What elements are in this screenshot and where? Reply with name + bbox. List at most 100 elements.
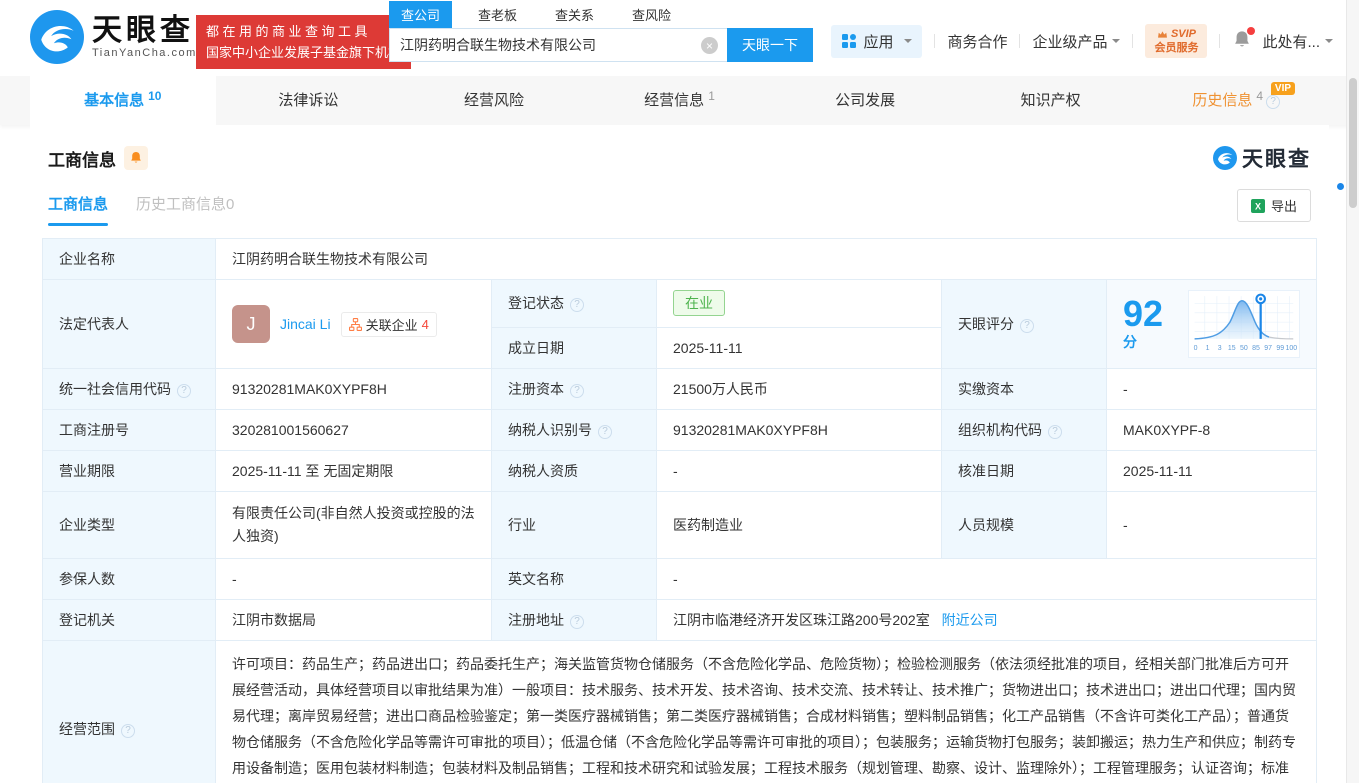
field-value-industry: 医药制造业 [657,492,942,559]
clear-icon[interactable] [701,37,718,54]
related-companies-badge[interactable]: 关联企业 4 [341,312,437,337]
tab-operating-risk[interactable]: 经营风险 [401,76,587,125]
svg-text:85: 85 [1252,345,1260,352]
legal-rep-link[interactable]: Jincai Li [280,316,331,332]
field-label-business-term: 营业期限 [43,451,216,492]
field-label-business-scope: 经营范围 [43,641,216,783]
search-tab-relation[interactable]: 查关系 [543,1,606,28]
field-value-taxpayer-id: 91320281MAK0XYPF8H [657,410,942,451]
slogan-banner: 都在用的商业查询工具 国家中小企业发展子基金旗下机构 [196,15,411,69]
scrollbar[interactable] [1346,0,1359,783]
org-chart-icon [349,318,362,331]
related-count: 4 [422,317,429,332]
field-value-reg-status: 在业 [657,280,942,328]
field-label-taxpayer-quality: 纳税人资质 [492,451,657,492]
business-info-section: 工商信息 天眼查 工商信息 历史工商信息0 X 导出 企业名称 江阴药明合联生物… [30,125,1329,783]
svg-text:50: 50 [1240,345,1248,352]
divider [934,34,935,48]
nearby-companies-link[interactable]: 附近公司 [942,612,998,628]
table-row: 法定代表人 J Jincai Li 关联企业 4 登记状态 在业 [43,280,1317,328]
search-block: 查公司 查老板 查关系 查风险 天眼一下 [389,4,813,62]
field-value-company-name: 江阴药明合联生物技术有限公司 [216,239,1317,280]
search-tab-company[interactable]: 查公司 [389,1,452,28]
status-badge: 在业 [673,290,725,316]
tab-count: 4 [1256,89,1263,103]
svg-text:1: 1 [1206,345,1210,352]
crown-icon [1157,30,1168,39]
apps-menu-button[interactable]: 应用 [831,25,922,58]
field-label-reg-address: 注册地址 [492,600,657,641]
tab-count: 10 [148,89,161,103]
company-tabstrip: 基本信息10 法律诉讼 经营风险 经营信息1 公司发展 知识产权 VIP 历史信… [0,76,1359,125]
table-row: 营业期限 2025-11-11 至 无固定期限 纳税人资质 - 核准日期 202… [43,451,1317,492]
excel-icon: X [1251,199,1265,213]
top-header: 天眼查 TianYanCha.com 都在用的商业查询工具 国家中小企业发展子基… [0,0,1359,76]
search-tab-risk[interactable]: 查风险 [620,1,683,28]
search-input[interactable] [389,28,727,62]
search-tab-boss[interactable]: 查老板 [466,1,529,28]
field-label-industry: 行业 [492,492,657,559]
field-value-business-scope: 许可项目：药品生产；药品进出口；药品委托生产；海关监管货物仓储服务（不含危险化学… [216,641,1317,783]
logo-domain: TianYanCha.com [92,47,197,59]
subtab-history-business-info[interactable]: 历史工商信息0 [136,193,234,226]
help-icon[interactable] [177,384,191,398]
field-label-reg-authority: 登记机关 [43,600,216,641]
field-value-org-code: MAK0XYPF-8 [1107,410,1317,451]
tab-basic-info[interactable]: 基本信息10 [30,76,216,125]
table-row: 经营范围 许可项目：药品生产；药品进出口；药品委托生产；海关监管货物仓储服务（不… [43,641,1317,783]
tianyancha-logo-icon [30,10,84,64]
tab-history-info[interactable]: VIP 历史信息4 [1143,76,1329,125]
field-value-paid-capital: - [1107,369,1317,410]
tab-legal-proceedings[interactable]: 法律诉讼 [216,76,402,125]
svip-member-button[interactable]: SVIP 会员服务 [1145,24,1207,58]
field-value-business-term: 2025-11-11 至 无固定期限 [216,451,492,492]
field-label-org-code: 组织机构代码 [942,410,1107,451]
chevron-down-icon [1112,39,1120,47]
field-label-score: 天眼评分 [942,280,1107,369]
watermark-logo: 天眼查 [1213,143,1311,173]
bell-icon [129,151,143,165]
nav-business-coop[interactable]: 商务合作 [947,31,1007,52]
help-icon[interactable] [598,425,612,439]
table-row: 工商注册号 320281001560627 纳税人识别号 91320281MAK… [43,410,1317,451]
help-icon[interactable] [1266,95,1280,109]
tab-intellectual-property[interactable]: 知识产权 [958,76,1144,125]
scrollbar-thumb[interactable] [1349,78,1357,208]
svg-text:0: 0 [1194,345,1198,352]
field-value-staff-size: - [1107,492,1317,559]
notifications-button[interactable] [1232,30,1252,54]
field-label-company-type: 企业类型 [43,492,216,559]
side-panel-handle[interactable] [1337,183,1344,190]
subtab-business-info[interactable]: 工商信息 [48,193,108,226]
divider [1132,34,1133,48]
help-icon[interactable] [570,384,584,398]
field-value-english-name: - [657,559,1317,600]
nav-enterprise-products[interactable]: 企业级产品 [1032,31,1120,52]
svg-text:15: 15 [1228,345,1236,352]
help-icon[interactable] [570,298,584,312]
search-button[interactable]: 天眼一下 [727,28,813,62]
user-menu[interactable]: 此处有... [1262,31,1333,52]
search-tabs: 查公司 查老板 查关系 查风险 [389,4,813,28]
field-value-legal-rep: J Jincai Li 关联企业 4 [216,280,492,369]
export-button[interactable]: X 导出 [1237,189,1311,222]
tianyancha-logo[interactable]: 天眼查 TianYanCha.com [30,10,197,64]
field-value-reg-capital: 21500万人民币 [657,369,942,410]
field-label-approval-date: 核准日期 [942,451,1107,492]
avatar[interactable]: J [232,305,270,343]
chevron-down-icon [904,39,912,47]
monitor-bell-button[interactable] [124,146,148,170]
field-label-establish-date: 成立日期 [492,327,657,368]
score-value: 92 [1123,293,1163,334]
svg-text:97: 97 [1264,345,1272,352]
help-icon[interactable] [121,724,135,738]
help-icon[interactable] [1020,319,1034,333]
field-value-approval-date: 2025-11-11 [1107,451,1317,492]
help-icon[interactable] [1048,425,1062,439]
field-label-credit-code: 统一社会信用代码 [43,369,216,410]
tab-operating-info[interactable]: 经营信息1 [587,76,773,125]
tab-company-development[interactable]: 公司发展 [772,76,958,125]
table-row: 参保人数 - 英文名称 - [43,559,1317,600]
watermark-text: 天眼查 [1242,143,1311,173]
help-icon[interactable] [570,615,584,629]
